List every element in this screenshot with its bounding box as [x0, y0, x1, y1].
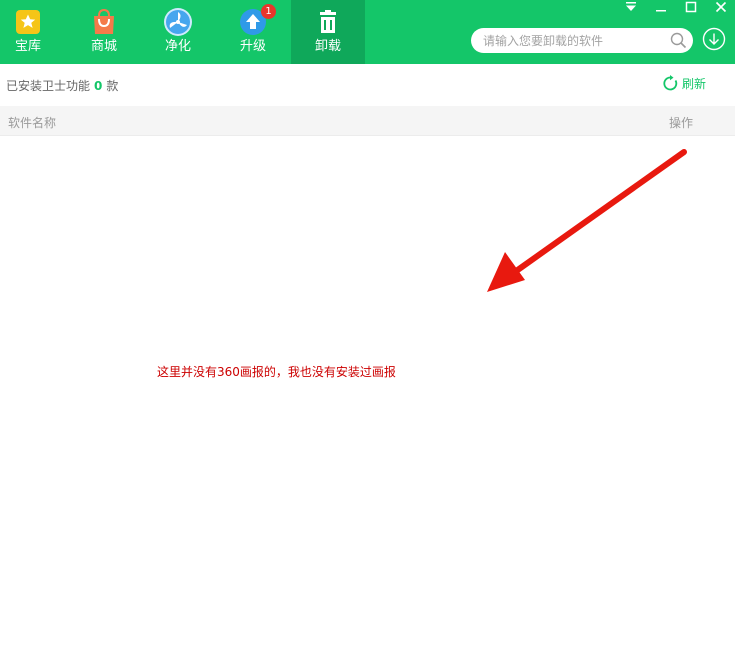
- column-software-name: 软件名称: [8, 116, 57, 130]
- close-icon: [715, 1, 727, 13]
- refresh-button[interactable]: 刷新: [662, 75, 706, 92]
- tab-purify[interactable]: 净化: [141, 0, 215, 64]
- tab-uninstall-label: 卸载: [314, 39, 341, 54]
- tab-upgrade[interactable]: 1 升级: [216, 0, 290, 64]
- tab-uninstall[interactable]: 卸载: [291, 0, 365, 64]
- annotation-arrow: [487, 149, 687, 292]
- installed-suffix: 款: [106, 79, 119, 93]
- tab-treasury[interactable]: 宝库: [0, 0, 65, 64]
- installed-prefix: 已安装卫士功能: [6, 79, 91, 93]
- close-button[interactable]: [713, 0, 729, 14]
- annotation-text: 这里并没有360画报的，我也没有安装过画报: [157, 365, 396, 379]
- column-actions: 操作: [668, 116, 693, 130]
- search-input[interactable]: [481, 28, 663, 53]
- tab-store[interactable]: 商城: [67, 0, 141, 64]
- tab-upgrade-label: 升级: [239, 39, 266, 54]
- dropdown-triangle-icon: [626, 2, 636, 11]
- refresh-icon: [663, 75, 678, 91]
- search-box: [471, 28, 693, 53]
- tab-treasury-label: 宝库: [14, 39, 41, 54]
- top-toolbar: 宝库 商城 净化 1 升级 卸载 请输入您要卸载的软件: [0, 0, 735, 64]
- star-icon: [16, 10, 40, 34]
- table-header: 软件名称 操作: [0, 106, 735, 136]
- minimize-button[interactable]: [653, 0, 669, 14]
- tab-purify-label: 净化: [164, 39, 191, 54]
- window-controls: [623, 0, 729, 14]
- menu-dropdown-button[interactable]: [623, 0, 639, 14]
- info-bar: 已安装卫士功能 0 款 刷新: [0, 64, 735, 106]
- minimize-icon: [656, 10, 666, 12]
- upgrade-count-badge: 1: [261, 4, 276, 19]
- search-icon[interactable]: [670, 32, 687, 49]
- maximize-icon: [685, 1, 697, 13]
- maximize-button[interactable]: [683, 0, 699, 14]
- refresh-label: 刷新: [681, 77, 706, 91]
- download-icon[interactable]: [702, 27, 726, 51]
- fan-icon: [164, 8, 192, 36]
- trash-icon: [320, 10, 336, 33]
- installed-count-text: 已安装卫士功能 0 款: [6, 77, 118, 94]
- shopping-bag-icon: [94, 8, 114, 34]
- installed-count: 0: [94, 79, 103, 93]
- tab-store-label: 商城: [90, 39, 117, 54]
